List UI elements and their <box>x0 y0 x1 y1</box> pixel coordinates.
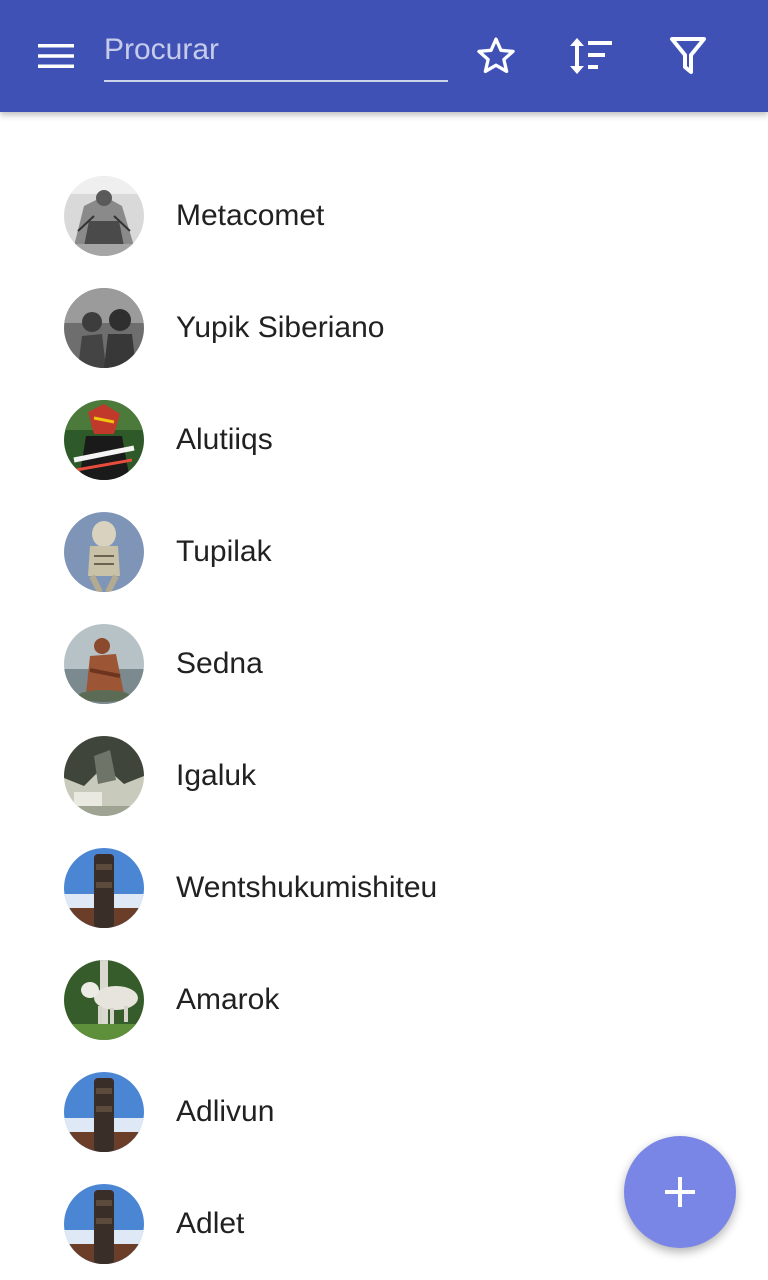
plus-icon <box>665 1177 695 1207</box>
filter-button[interactable] <box>660 28 716 84</box>
avatar <box>64 848 144 928</box>
item-label: Adlet <box>176 1207 245 1240</box>
search-field <box>104 24 448 82</box>
list-item[interactable]: Sedna <box>0 608 768 720</box>
list-item[interactable]: Metacomet <box>0 160 768 272</box>
favorites-button[interactable] <box>468 28 524 84</box>
menu-button[interactable] <box>24 28 88 84</box>
hamburger-menu-icon <box>38 44 74 68</box>
avatar <box>64 1184 144 1264</box>
item-label: Metacomet <box>176 199 325 232</box>
sort-icon <box>570 38 612 74</box>
filter-icon <box>670 37 706 74</box>
avatar <box>64 288 144 368</box>
item-label: Alutiiqs <box>176 423 273 456</box>
avatar <box>64 176 144 256</box>
list-item[interactable]: Yupik Siberiano <box>0 272 768 384</box>
avatar <box>64 624 144 704</box>
item-label: Yupik Siberiano <box>176 311 385 344</box>
list-item[interactable]: Igaluk <box>0 720 768 832</box>
list-item[interactable]: Alutiiqs <box>0 384 768 496</box>
avatar <box>64 960 144 1040</box>
avatar <box>64 736 144 816</box>
add-button[interactable] <box>624 1136 736 1248</box>
list-item[interactable]: Amarok <box>0 944 768 1056</box>
avatar <box>64 512 144 592</box>
list-item[interactable]: Tupilak <box>0 496 768 608</box>
avatar <box>64 1072 144 1152</box>
app-bar <box>0 0 768 112</box>
item-label: Amarok <box>176 983 280 1016</box>
item-label: Igaluk <box>176 759 257 792</box>
item-label: Sedna <box>176 647 263 680</box>
search-input[interactable] <box>104 28 444 72</box>
item-label: Tupilak <box>176 535 272 568</box>
item-list: Metacomet Yupik Siberiano Alutiiqs Tupil… <box>0 160 768 1280</box>
star-outline-icon <box>477 37 515 74</box>
list-item[interactable]: Wentshukumishiteu <box>0 832 768 944</box>
item-label: Wentshukumishiteu <box>176 871 438 904</box>
sort-button[interactable] <box>563 28 619 84</box>
avatar <box>64 400 144 480</box>
item-label: Adlivun <box>176 1095 275 1128</box>
